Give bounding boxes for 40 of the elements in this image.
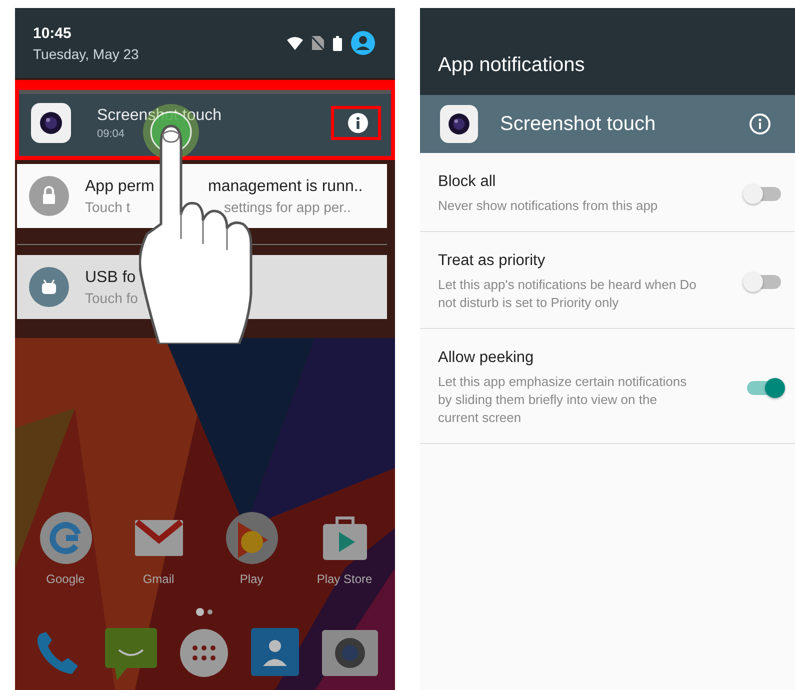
app-label: Play	[240, 572, 264, 586]
date-label: Tuesday, May 23	[33, 46, 139, 62]
notification-title: USB fo	[85, 268, 137, 286]
app-label: Google	[46, 572, 85, 586]
camera-app-icon	[31, 103, 71, 143]
setting-description: Let this app's notifications be heard when Do not disturb is set to Priority only	[438, 276, 698, 312]
notification-title: management is runn..	[208, 178, 363, 196]
notification-text: Touch fo	[85, 290, 139, 306]
camera-app-icon	[440, 105, 478, 143]
clock-time: 10:45	[33, 24, 72, 42]
app-info-button[interactable]	[331, 106, 381, 140]
info-icon[interactable]	[749, 113, 771, 135]
setting-label: Treat as priority	[438, 252, 546, 270]
battery-icon	[333, 36, 342, 50]
contacts-icon[interactable]	[250, 628, 299, 678]
page-indicator-icon	[195, 608, 215, 616]
notification-text: settings for app per..	[224, 198, 351, 214]
notification-text: Touch t	[85, 198, 132, 214]
app-name: Screenshot touch	[500, 112, 657, 136]
music-icon[interactable]	[224, 510, 280, 566]
app-drawer-icon[interactable]	[180, 629, 228, 677]
android-icon	[29, 267, 69, 307]
lock-icon	[29, 176, 69, 216]
screen-title: App notifications	[438, 54, 585, 77]
wifi-icon	[287, 36, 303, 50]
camera-icon[interactable]	[322, 630, 378, 676]
app-label: Gmail	[142, 572, 174, 586]
setting-description: Let this app emphasize certain notifications by sliding them briefly into view on the current screen	[438, 373, 688, 427]
setting-label: Allow peeking	[438, 349, 535, 367]
notification-card[interactable]: App perm management is runn.. Touch t settings for app per..	[17, 164, 387, 228]
user-avatar-icon[interactable]	[351, 31, 375, 55]
no-sim-icon	[312, 36, 324, 50]
chat-icon[interactable]	[105, 626, 158, 680]
setting-label: Block all	[438, 173, 497, 191]
info-icon	[348, 113, 368, 133]
notification-title: App perm	[85, 178, 156, 196]
google-icon[interactable]	[38, 510, 94, 566]
setting-description: Never show notifications from this app	[438, 197, 659, 215]
app-label: Play Store	[316, 572, 372, 586]
notification-time: 09:04	[97, 128, 126, 140]
